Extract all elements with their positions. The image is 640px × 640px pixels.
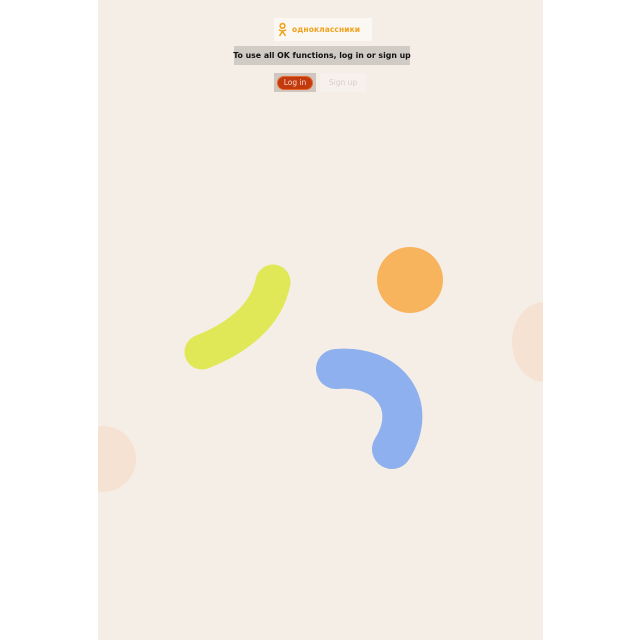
orange-circle-shape bbox=[377, 247, 443, 313]
logo-wordmark: одноклассники bbox=[292, 25, 361, 34]
login-prompt-text: To use all OK functions, log in or sign … bbox=[233, 46, 411, 65]
decorative-background bbox=[98, 247, 543, 492]
peach-left-shape bbox=[98, 426, 136, 492]
brand-logo[interactable]: одноклассники bbox=[274, 18, 372, 41]
yellow-curve-shape bbox=[184, 264, 291, 370]
ok-logo-icon bbox=[278, 22, 287, 37]
login-button[interactable]: Log in bbox=[277, 75, 313, 90]
login-page: одноклассники To use all OK functions, l… bbox=[98, 0, 543, 640]
peach-right-shape bbox=[512, 302, 543, 382]
login-button-focus-ring: Log in bbox=[274, 73, 316, 92]
blue-arc-shape bbox=[316, 348, 423, 469]
signup-button[interactable]: Sign up bbox=[320, 73, 366, 92]
